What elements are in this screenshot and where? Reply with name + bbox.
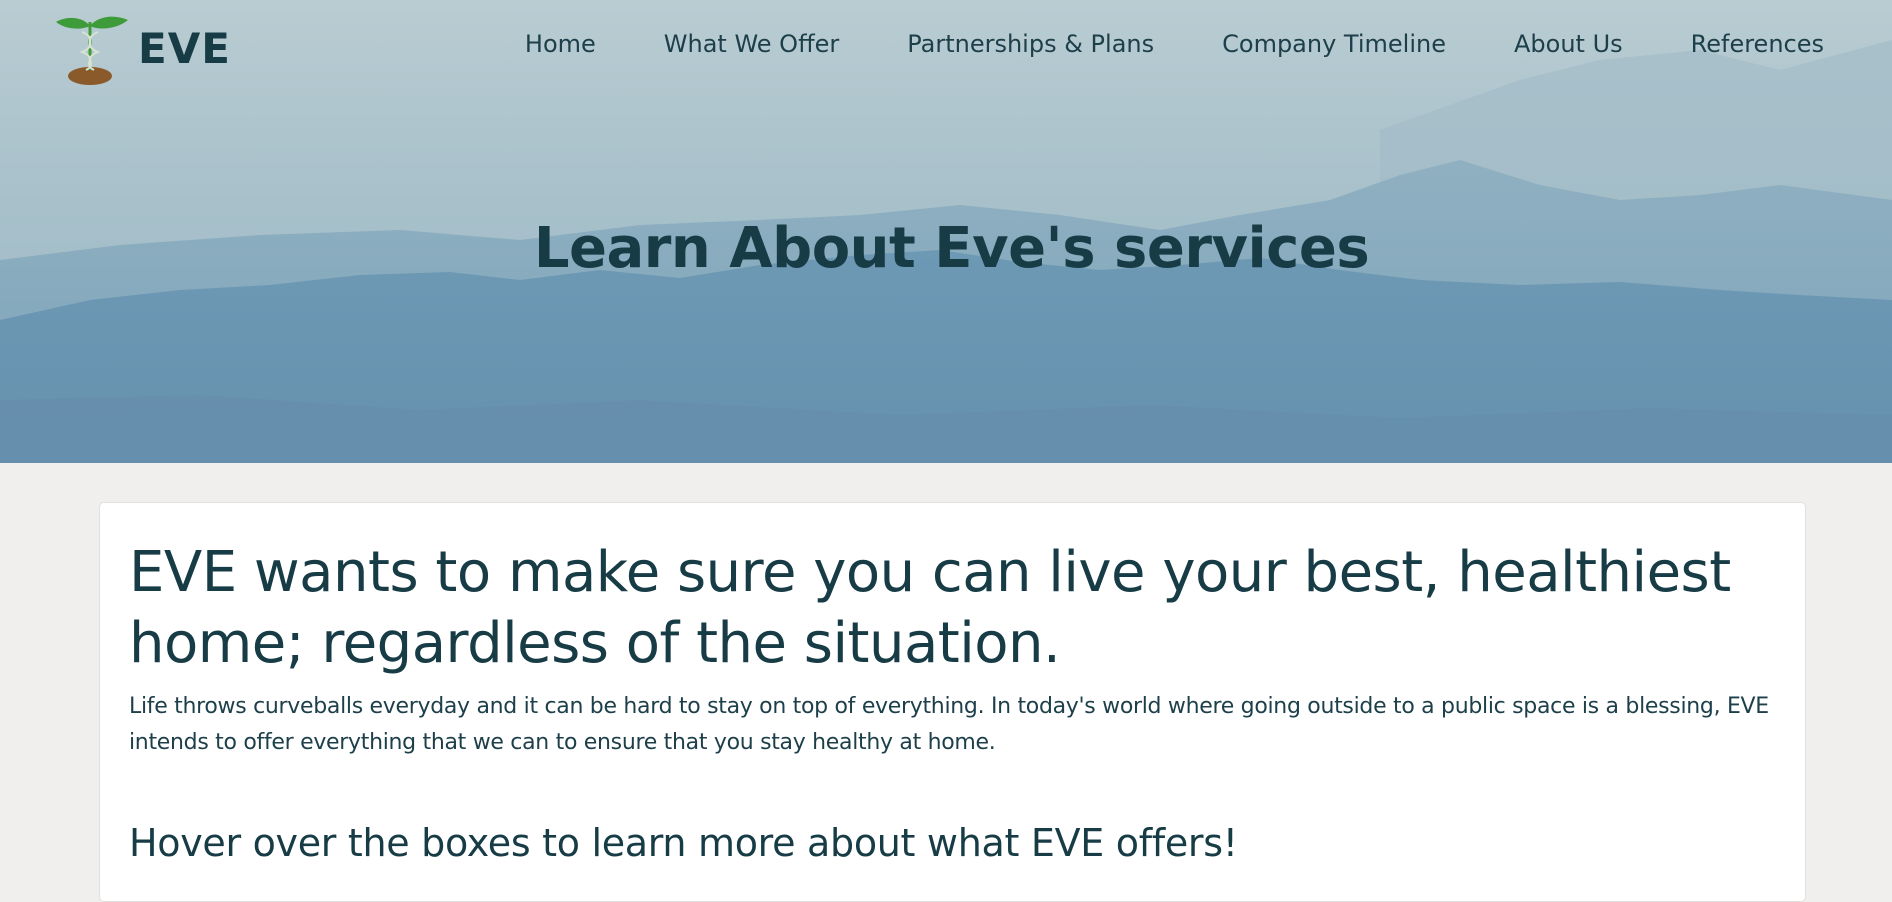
sprout-caduceus-icon: [56, 16, 128, 85]
nav-link-partnerships-plans[interactable]: Partnerships & Plans: [907, 30, 1154, 58]
nav-link-what-we-offer[interactable]: What We Offer: [664, 30, 839, 58]
brand-logo[interactable]: EVE: [52, 8, 231, 88]
hero-banner: EVE Home What We Offer Partnerships & Pl…: [0, 0, 1892, 463]
nav-link-references[interactable]: References: [1691, 30, 1824, 58]
intro-heading: EVE wants to make sure you can live your…: [129, 540, 1731, 676]
intro-card: EVE wants to make sure you can live your…: [99, 502, 1806, 902]
nav-link-about-us[interactable]: About Us: [1514, 30, 1623, 58]
main-navigation: Home What We Offer Partnerships & Plans …: [457, 30, 1824, 58]
nav-link-company-timeline[interactable]: Company Timeline: [1222, 30, 1446, 58]
intro-paragraph: Life throws curveballs everyday and it c…: [129, 694, 1769, 755]
hover-instructions-heading: Hover over the boxes to learn more about…: [129, 821, 1238, 865]
hero-title: Learn About Eve's services: [533, 215, 1370, 281]
brand-name: EVE: [138, 23, 231, 73]
nav-link-home[interactable]: Home: [525, 30, 596, 58]
